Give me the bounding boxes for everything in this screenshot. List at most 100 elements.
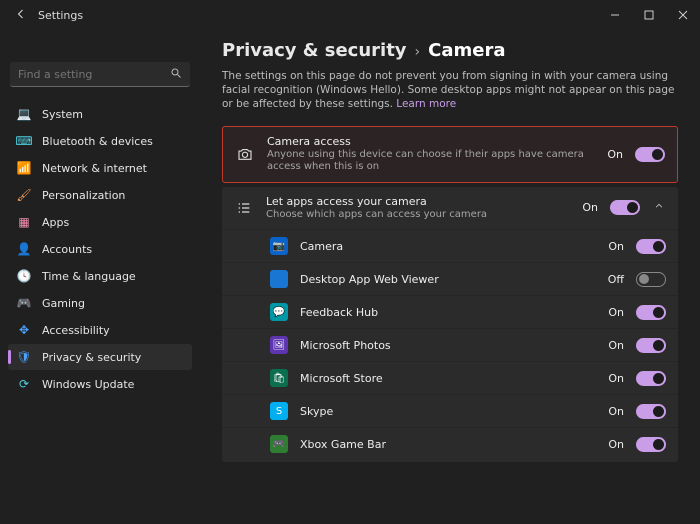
breadcrumb-current: Camera	[428, 40, 505, 61]
app-name: Microsoft Photos	[300, 339, 596, 352]
sidebar-item-icon: ⟳	[16, 376, 32, 392]
app-toggle[interactable]	[636, 305, 666, 320]
app-icon: S	[270, 402, 288, 420]
sidebar-item-icon: 🕓	[16, 268, 32, 284]
close-button[interactable]	[666, 0, 700, 30]
app-name: Desktop App Web Viewer	[300, 273, 596, 286]
sidebar-item-label: System	[42, 108, 83, 121]
apps-access-title: Let apps access your camera	[266, 195, 570, 208]
chevron-up-icon[interactable]	[652, 201, 666, 214]
sidebar-item-label: Time & language	[42, 270, 136, 283]
sidebar-item-accounts[interactable]: 👤 Accounts	[8, 236, 192, 262]
sidebar-nav: 💻 System ⌨ Bluetooth & devices 📶 Network & in…	[8, 101, 192, 397]
sidebar-item-apps[interactable]: ▦ Apps	[8, 209, 192, 235]
chevron-right-icon: ›	[415, 44, 421, 60]
sidebar-item-label: Accounts	[42, 243, 92, 256]
sidebar-item-icon: ✥	[16, 322, 32, 338]
app-row: 🛍 Microsoft Store On	[222, 361, 678, 394]
app-row: Desktop App Web Viewer Off	[222, 262, 678, 295]
app-list: 📷 Camera On Desktop App Web Viewer Off 💬Feedb…	[222, 229, 678, 462]
search-input[interactable]	[18, 68, 170, 81]
camera-access-toggle[interactable]	[635, 147, 665, 162]
maximize-icon	[644, 10, 654, 20]
sidebar-item-windows-update[interactable]: ⟳ Windows Update	[8, 371, 192, 397]
camera-access-state: On	[607, 148, 623, 161]
search-box[interactable]	[10, 62, 190, 87]
app-name: Xbox Game Bar	[300, 438, 596, 451]
app-row: SSkypeOn	[222, 394, 678, 427]
app-icon: 🛍	[270, 369, 288, 387]
app-name: Microsoft Store	[300, 372, 596, 385]
sidebar-item-personalization[interactable]: 🖌 Personalization	[8, 182, 192, 208]
close-icon	[678, 10, 688, 20]
apps-access-header[interactable]: Let apps access your camera Choose which…	[222, 187, 678, 230]
app-row: 📷 Camera On	[222, 229, 678, 262]
sidebar-item-system[interactable]: 💻 System	[8, 101, 192, 127]
page-description: The settings on this page do not prevent…	[222, 69, 678, 112]
camera-access-title: Camera access	[267, 135, 595, 148]
sidebar-item-bluetooth-devices[interactable]: ⌨ Bluetooth & devices	[8, 128, 192, 154]
sidebar-item-privacy-security[interactable]: 🛡 Privacy & security	[8, 344, 192, 370]
window-title: Settings	[38, 9, 83, 22]
sidebar-item-icon: 🛡	[16, 349, 32, 365]
app-toggle-state: On	[608, 372, 624, 385]
sidebar-item-icon: 📶	[16, 160, 32, 176]
app-toggle[interactable]	[636, 239, 666, 254]
sidebar-item-label: Network & internet	[42, 162, 147, 175]
app-toggle[interactable]	[636, 371, 666, 386]
app-toggle-state: On	[608, 339, 624, 352]
sidebar-item-time-language[interactable]: 🕓 Time & language	[8, 263, 192, 289]
app-toggle-state: On	[608, 405, 624, 418]
sidebar-item-label: Bluetooth & devices	[42, 135, 153, 148]
sidebar-item-label: Privacy & security	[42, 351, 141, 364]
sidebar-item-label: Accessibility	[42, 324, 110, 337]
arrow-left-icon	[15, 8, 27, 20]
apps-access-card: Let apps access your camera Choose which…	[222, 187, 678, 463]
sidebar-item-label: Apps	[42, 216, 69, 229]
minimize-button[interactable]	[598, 0, 632, 30]
breadcrumb: Privacy & security › Camera	[222, 40, 678, 61]
sidebar-item-network-internet[interactable]: 📶 Network & internet	[8, 155, 192, 181]
camera-access-subtitle: Anyone using this device can choose if t…	[267, 149, 595, 174]
camera-icon	[235, 144, 255, 164]
app-toggle[interactable]	[636, 338, 666, 353]
camera-access-card: Camera access Anyone using this device c…	[222, 126, 678, 183]
sidebar-item-label: Personalization	[42, 189, 125, 202]
app-toggle[interactable]	[636, 437, 666, 452]
app-icon: 📷	[270, 237, 288, 255]
app-row: 🎮 Xbox Game Bar On	[222, 427, 678, 460]
app-icon	[270, 270, 288, 288]
apps-access-subtitle: Choose which apps can access your camera	[266, 209, 570, 222]
titlebar: Settings	[0, 0, 700, 30]
app-toggle-state: On	[608, 240, 624, 253]
sidebar-item-icon: 👤	[16, 241, 32, 257]
app-toggle-state: On	[608, 438, 624, 451]
sidebar-item-icon: ⌨	[16, 133, 32, 149]
minimize-icon	[610, 10, 620, 20]
back-button[interactable]	[10, 8, 32, 23]
app-icon: 🎮	[270, 435, 288, 453]
list-icon	[234, 198, 254, 218]
sidebar-item-icon: 💻	[16, 106, 32, 122]
sidebar-item-icon: 🖌	[16, 187, 32, 203]
app-toggle-state: Off	[608, 273, 624, 286]
app-toggle-state: On	[608, 306, 624, 319]
sidebar-item-label: Windows Update	[42, 378, 134, 391]
apps-access-toggle[interactable]	[610, 200, 640, 215]
app-toggle[interactable]	[636, 404, 666, 419]
app-toggle[interactable]	[636, 272, 666, 287]
search-icon	[170, 67, 182, 82]
sidebar-item-accessibility[interactable]: ✥ Accessibility	[8, 317, 192, 343]
sidebar-item-label: Gaming	[42, 297, 85, 310]
main-content: Privacy & security › Camera The settings…	[200, 30, 700, 524]
maximize-button[interactable]	[632, 0, 666, 30]
app-icon: 🖼	[270, 336, 288, 354]
app-name: Camera	[300, 240, 596, 253]
apps-access-state: On	[582, 201, 598, 214]
sidebar-item-icon: ▦	[16, 214, 32, 230]
app-row: 💬Feedback HubOn	[222, 295, 678, 328]
app-row: 🖼 Microsoft Photos On	[222, 328, 678, 361]
sidebar-item-gaming[interactable]: 🎮Gaming	[8, 290, 192, 316]
learn-more-link[interactable]: Learn more	[396, 98, 456, 110]
breadcrumb-parent[interactable]: Privacy & security	[222, 40, 407, 61]
